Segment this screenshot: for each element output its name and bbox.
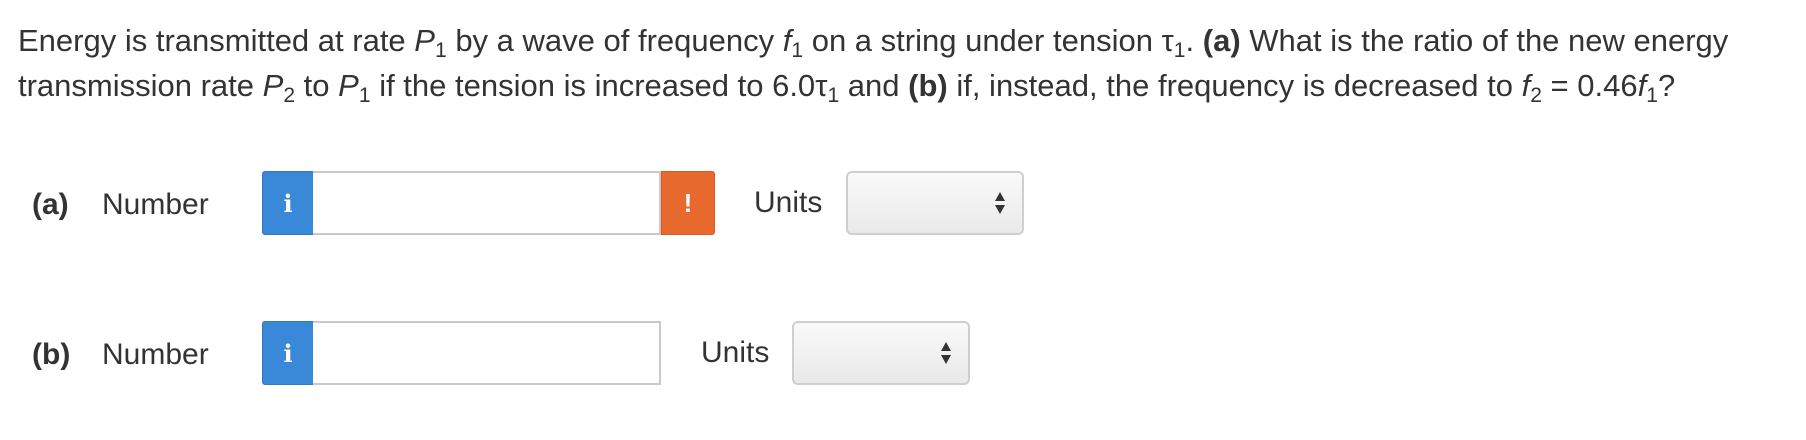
units-label-b: Units [701,336,770,369]
number-label-b: Number [102,338,209,371]
units-label-a: Units [754,186,823,219]
info-icon[interactable]: i [262,171,314,235]
number-input-a[interactable] [313,171,661,235]
part-b-label: (b) [32,338,71,371]
answer-row-a: (a) Number i ! Units [0,170,1806,240]
question-text: Energy is transmitted at rate P1 by a wa… [18,18,1788,108]
part-a-label: (a) [32,188,69,221]
updown-arrows-icon [941,342,951,364]
number-input-b[interactable] [313,321,661,385]
info-glyph: i [283,338,293,368]
units-select-a[interactable] [846,171,1024,235]
units-select-b[interactable] [792,321,970,385]
updown-arrows-icon [995,192,1005,214]
question-line-1: Energy is transmitted at rate P1 by a wa… [18,23,1729,62]
warning-glyph: ! [683,187,693,218]
warning-icon[interactable]: ! [661,171,715,235]
question-line-2: transmission rate P2 to P1 if the tensio… [18,68,1676,107]
info-icon[interactable]: i [262,321,314,385]
info-glyph: i [283,188,293,218]
number-label-a: Number [102,188,209,221]
answer-row-b: (b) Number i Units [0,320,1806,390]
